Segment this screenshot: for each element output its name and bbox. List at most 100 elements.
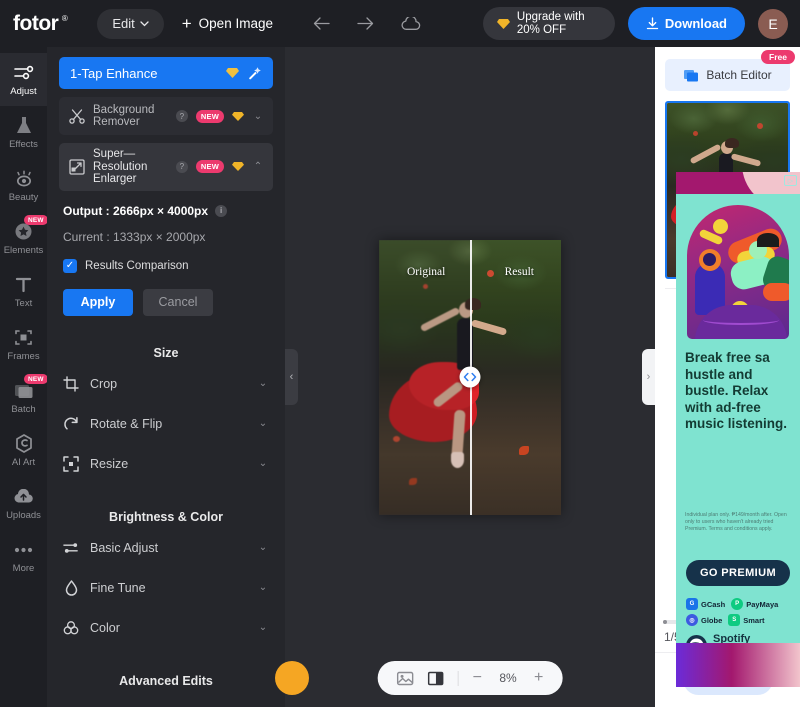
payment-label: Smart [743, 615, 765, 625]
result-half: Result [470, 239, 561, 515]
advertisement-spotify[interactable]: ▷ Break free sa hustle and bustle. Relax… [676, 172, 800, 687]
tool-color[interactable]: Color ⌄ [47, 608, 285, 648]
sliders-icon [63, 541, 79, 555]
sidebar-item-beauty[interactable]: Beauty [0, 159, 47, 212]
sidebar-item-text[interactable]: Text [0, 265, 47, 318]
sidebar-item-uploads[interactable]: Uploads [0, 477, 47, 530]
tool-fine-tune[interactable]: Fine Tune ⌄ [47, 568, 285, 608]
chevron-down-icon[interactable]: ⌄ [257, 542, 269, 553]
chevron-down-icon[interactable]: ⌄ [257, 418, 269, 429]
image-preview[interactable]: Original Result [379, 239, 561, 515]
ballerina-figure-result [470, 240, 561, 515]
tool-background-remover[interactable]: Background Remover ? NEW ⌄ [59, 97, 273, 135]
zoom-in-button[interactable]: + [534, 669, 543, 687]
upgrade-button[interactable]: Upgrade with 20% OFF [482, 7, 615, 40]
compare-panels-icon[interactable] [427, 671, 444, 686]
canvas-area[interactable]: ‹ Original Result › − 8% + [275, 47, 655, 707]
apply-button[interactable]: Apply [63, 288, 133, 316]
sidebar-item-batch[interactable]: NEW Batch [0, 371, 47, 424]
chevron-down-icon[interactable]: ⌄ [257, 582, 269, 593]
sidebar-label: Batch [11, 404, 36, 415]
arrow-right-icon[interactable] [357, 17, 374, 30]
cancel-button[interactable]: Cancel [143, 288, 213, 316]
tool-super-resolution-enlarger[interactable]: Super—Resolution Enlarger ? NEW ⌃ [59, 143, 273, 191]
download-label: Download [664, 16, 727, 31]
info-icon[interactable]: i [215, 204, 228, 217]
tool-crop[interactable]: Crop ⌄ [47, 364, 285, 404]
sliders-icon [13, 62, 34, 83]
help-icon[interactable]: ? [175, 160, 188, 173]
color-section-title: Brightness & Color [109, 509, 223, 524]
top-bar: fotor ® Edit + Open Image Upgrade with 2… [0, 0, 800, 47]
tool-rotate-flip[interactable]: Rotate & Flip ⌄ [47, 404, 285, 444]
chevron-down-icon[interactable]: ⌄ [257, 622, 269, 633]
tool-label: Background Remover [93, 103, 155, 129]
go-premium-button[interactable]: GO PREMIUM [686, 560, 790, 586]
size-section-title: Size [153, 345, 179, 360]
sidebar-label: AI Art [11, 457, 36, 468]
batch-editor-button[interactable]: Free Batch Editor [665, 50, 795, 91]
download-icon [646, 17, 659, 30]
payment-method: G GCash [686, 598, 725, 610]
payment-method: S Smart [728, 614, 765, 626]
open-image-label: Open Image [198, 16, 273, 31]
sidebar-item-effects[interactable]: Effects [0, 106, 47, 159]
collapse-right-panel-button[interactable]: › [642, 349, 655, 405]
collapse-left-panel-button[interactable]: ‹ [285, 349, 298, 405]
sidebar-label: More [12, 563, 35, 574]
sidebar-item-more[interactable]: More [0, 530, 47, 583]
text-t-icon [15, 274, 32, 295]
checkbox[interactable]: ✓ [63, 258, 77, 273]
gem-icon [232, 162, 244, 172]
tool-label: Crop [90, 376, 118, 391]
ad-choices-icon[interactable]: ▷ [784, 175, 797, 186]
help-bubble[interactable] [275, 661, 309, 695]
open-image-button-top[interactable]: + Open Image [182, 15, 273, 32]
one-tap-enhance-label: 1-Tap Enhance [70, 65, 158, 81]
batch-editor-label: Batch Editor [706, 68, 772, 82]
zoom-level: 8% [499, 671, 517, 685]
arrow-left-icon[interactable] [313, 17, 330, 30]
payment-label: GCash [701, 599, 726, 609]
cloud-icon[interactable] [401, 16, 421, 31]
result-label: Result [504, 265, 534, 278]
zoom-toolbar: − 8% + [377, 661, 563, 695]
zoom-out-button[interactable]: − [473, 669, 482, 687]
tool-basic-adjust[interactable]: Basic Adjust ⌄ [47, 528, 285, 568]
one-tap-enhance-button[interactable]: 1-Tap Enhance [59, 57, 273, 89]
comparison-slider-handle[interactable] [459, 366, 481, 388]
tool-label: Rotate & Flip [90, 416, 163, 431]
download-button[interactable]: Download [627, 7, 745, 40]
payment-logo: S [728, 614, 741, 626]
plus-icon: + [181, 14, 192, 33]
ai-art-icon [15, 433, 33, 454]
chevron-down-icon[interactable]: ⌄ [257, 378, 269, 389]
rotate-icon [63, 416, 79, 432]
ballerina-figure-original [379, 240, 470, 515]
sidebar-item-elements[interactable]: NEW Elements [0, 212, 47, 265]
sidebar-label: Beauty [8, 192, 39, 203]
payment-label: PayMaya [746, 599, 779, 609]
original-label: Original [407, 265, 446, 278]
chevron-up-icon[interactable]: ⌃ [252, 161, 264, 172]
chevron-down-icon[interactable]: ⌄ [252, 111, 264, 122]
fotor-logo[interactable]: fotor ® [13, 12, 68, 36]
sidebar-item-adjust[interactable]: Adjust [0, 53, 47, 106]
ad-inner: ▷ Break free sa hustle and bustle. Relax… [676, 172, 800, 687]
ad-headline: Break free sa hustle and bustle. Relax w… [685, 350, 788, 431]
payment-label: Globe [701, 615, 723, 625]
sidebar-item-frames[interactable]: Frames [0, 318, 47, 371]
tool-resize[interactable]: Resize ⌄ [47, 444, 285, 484]
avatar[interactable]: E [758, 8, 788, 39]
results-comparison-toggle[interactable]: ✓ Results Comparison [63, 258, 269, 273]
cloud-upload-icon [13, 486, 34, 507]
output-size-label: Output : 2666px × 4000px [63, 203, 209, 218]
top-bar-right: Upgrade with 20% OFF Download E [482, 7, 788, 40]
sidebar-item-ai-art[interactable]: AI Art [0, 424, 47, 477]
help-icon[interactable]: ? [175, 110, 188, 122]
image-icon[interactable] [396, 671, 414, 686]
edit-menu-button[interactable]: Edit [97, 8, 164, 39]
adjust-tool-panel: 1-Tap Enhance Background Remover ? NEW ⌄ [47, 47, 285, 707]
chevron-down-icon[interactable]: ⌄ [257, 458, 269, 469]
sidebar-label: Adjust [10, 86, 37, 97]
